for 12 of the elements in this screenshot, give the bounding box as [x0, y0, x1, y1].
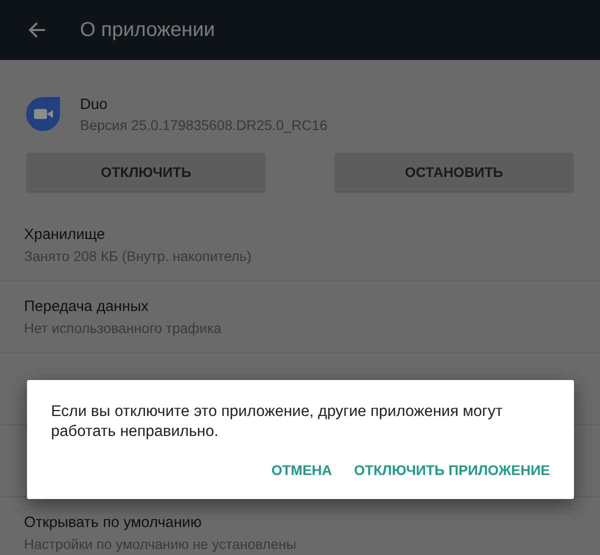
video-camera-icon	[24, 95, 62, 133]
setting-title: Открывать по умолчанию	[24, 514, 203, 530]
dialog-button[interactable]: ОТМЕНА	[271, 462, 332, 478]
action-button[interactable]: ОТКЛЮЧИТЬ	[27, 153, 265, 191]
action-button[interactable]: ОСТАНОВИТЬ	[335, 153, 573, 191]
back-icon[interactable]	[28, 21, 46, 39]
dialog-button[interactable]: ОТКЛЮЧИТЬ ПРИЛОЖЕНИЕ	[354, 462, 550, 478]
setting-title: Передача данных	[24, 298, 150, 314]
app-name: Duo	[80, 96, 109, 112]
screen-title: О приложении	[80, 18, 215, 42]
setting-title: Хранилище	[24, 226, 106, 242]
dialog-message: Если вы отключите это приложение, другие приложения могут работать неправильно.	[51, 402, 504, 442]
